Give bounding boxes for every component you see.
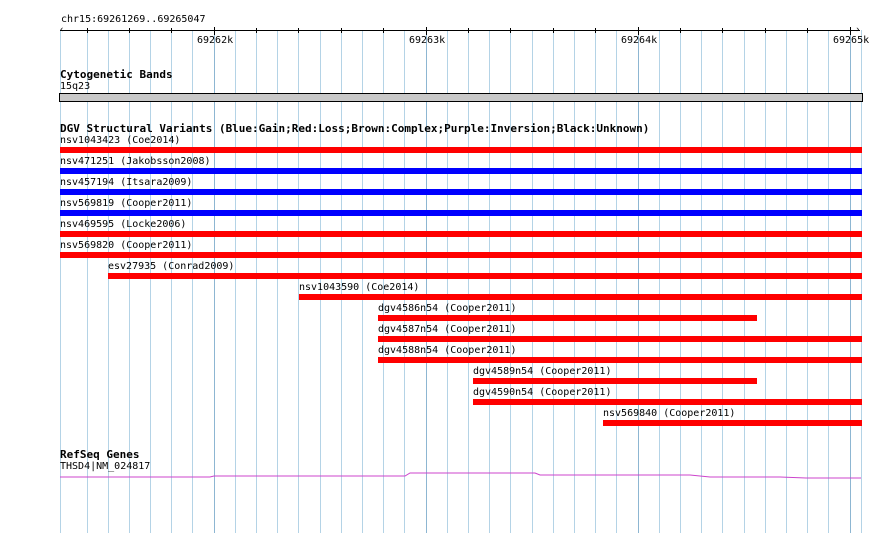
gene-transcript-line bbox=[60, 472, 861, 479]
gene-model[interactable] bbox=[0, 0, 890, 533]
genome-browser: chr15:69261269..69265047 ‹ › 69262k 6926… bbox=[0, 0, 890, 533]
